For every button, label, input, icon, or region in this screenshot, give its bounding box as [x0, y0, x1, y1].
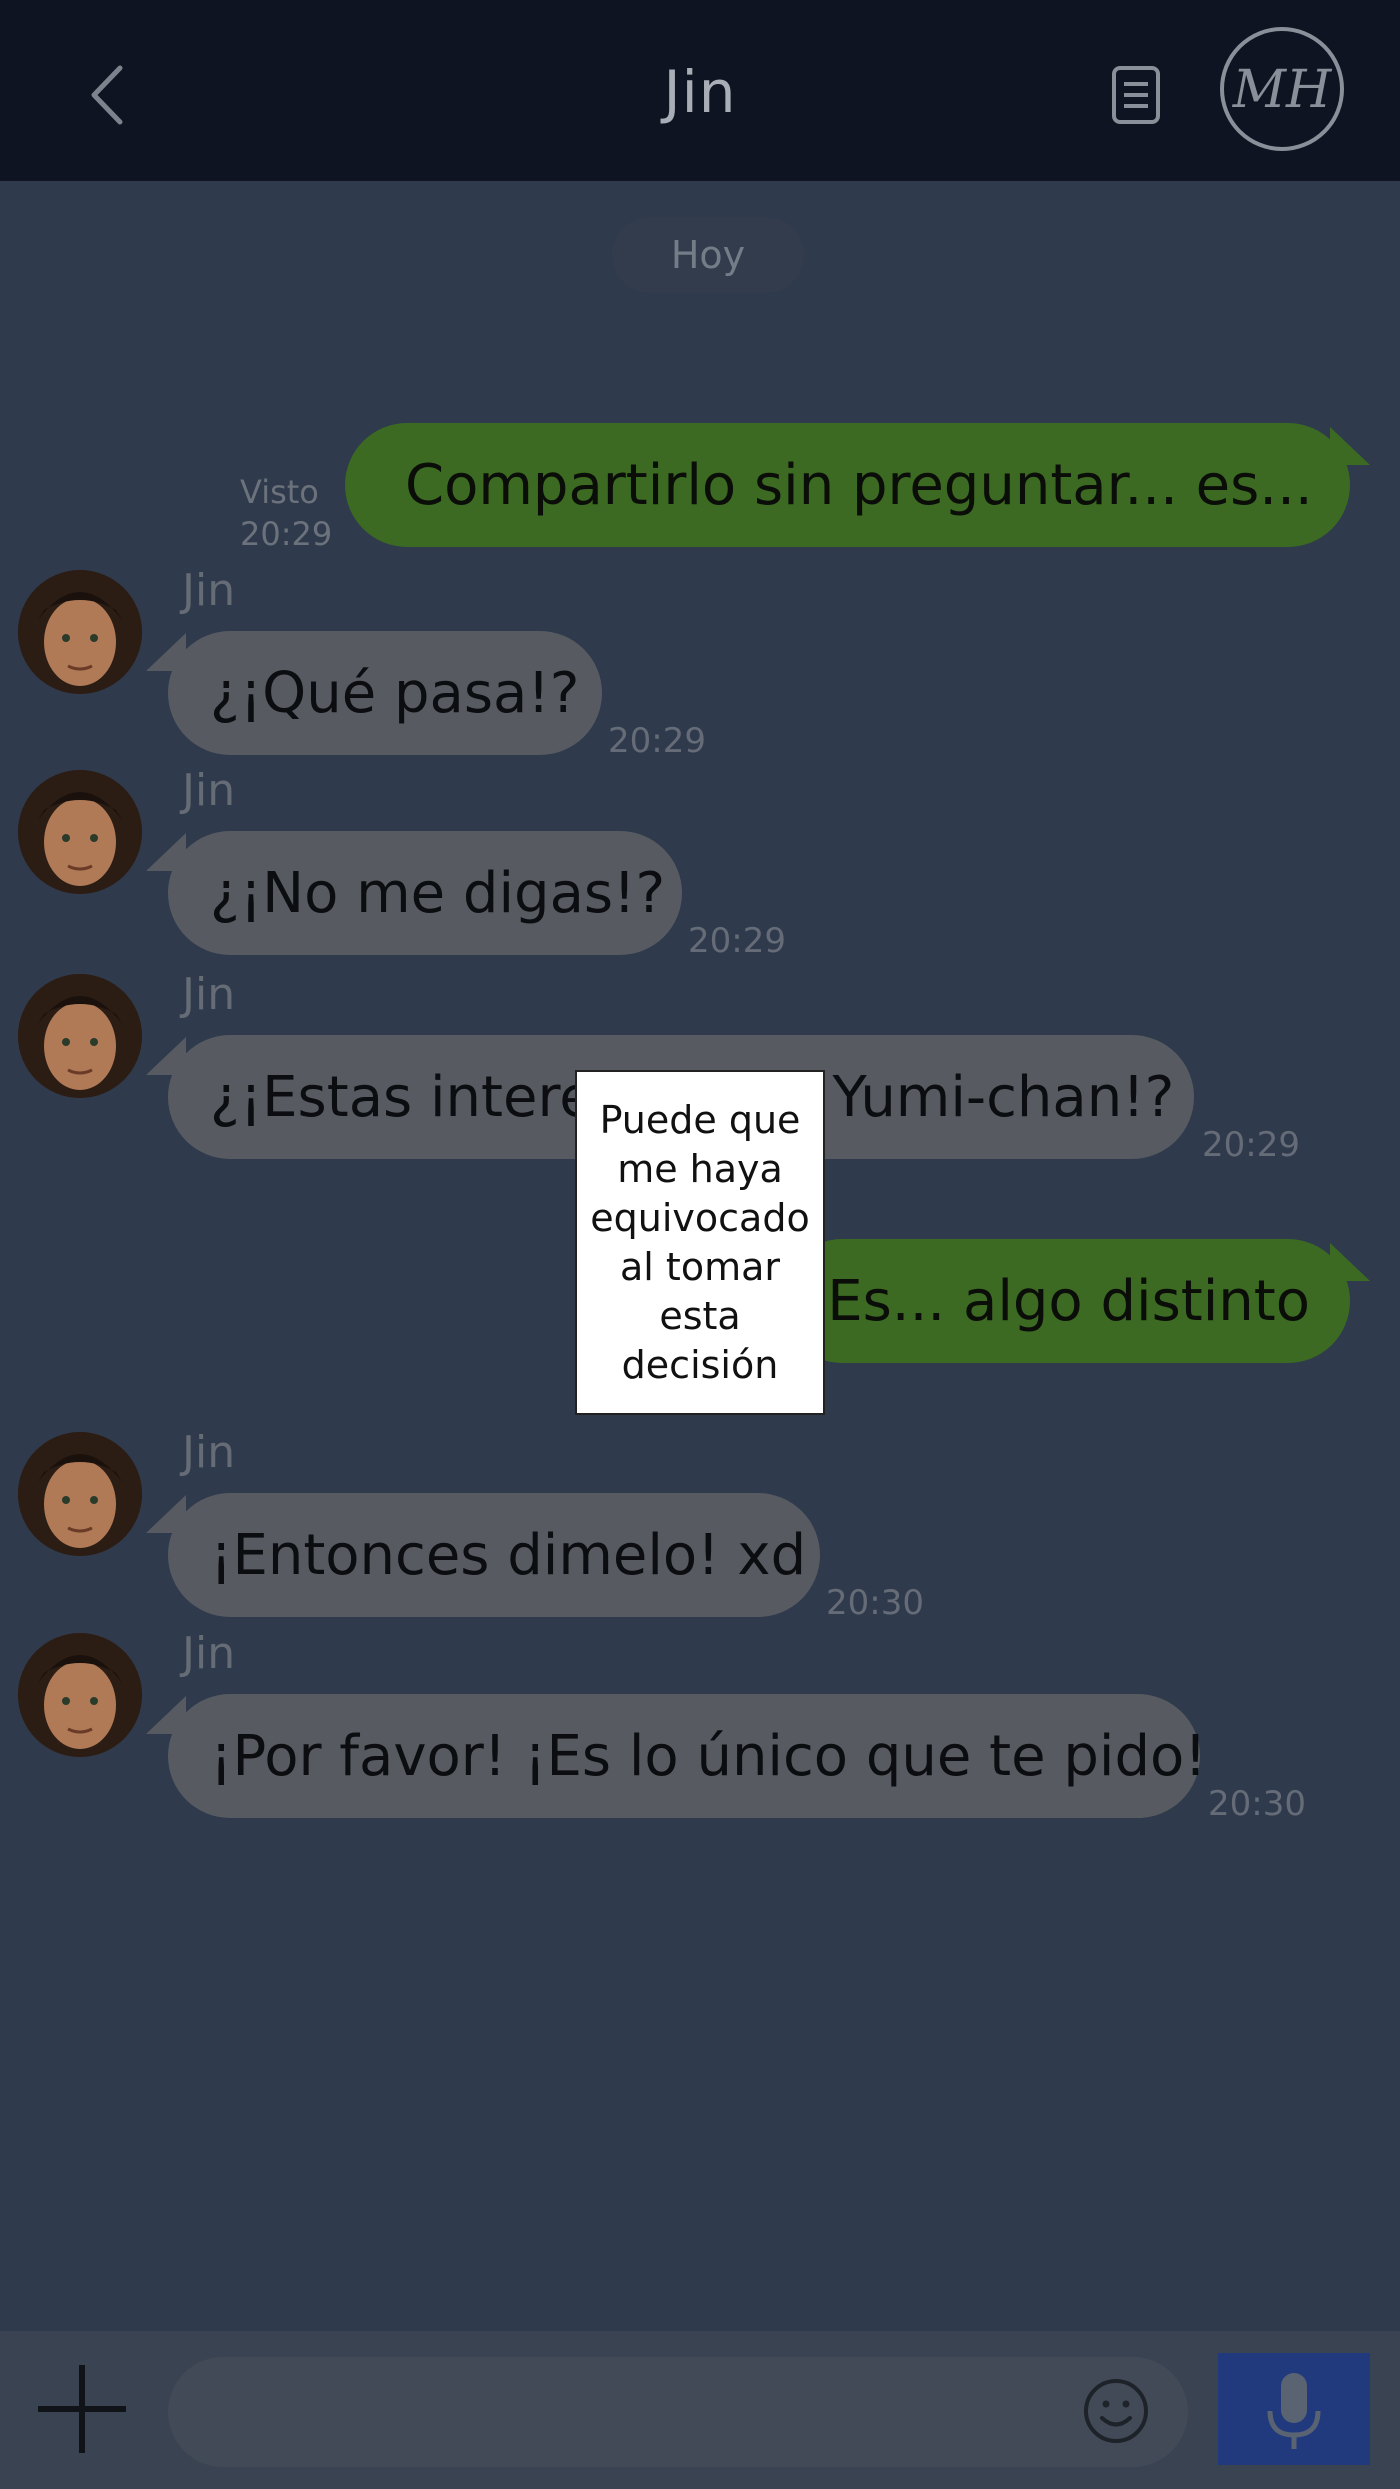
- svg-text:MH: MH: [1232, 60, 1333, 120]
- bubble-tail: [1330, 427, 1370, 465]
- message-text: ¡Entonces dimelo! xd: [210, 1522, 807, 1588]
- chat-area[interactable]: Hoy Visto 20:29 Compartirlo sin pregunta…: [0, 181, 1400, 2331]
- avatar[interactable]: [18, 570, 142, 694]
- avatar-face-icon: [18, 570, 142, 694]
- document-icon: [1112, 66, 1160, 124]
- avatar[interactable]: [18, 1432, 142, 1556]
- logo-icon: MH: [1220, 27, 1344, 151]
- input-bar: [0, 2331, 1400, 2489]
- date-divider: Hoy: [612, 217, 804, 293]
- sender-name: Jin: [182, 565, 236, 616]
- avatar-face-icon: [18, 974, 142, 1098]
- chat-title: Jin: [663, 58, 737, 126]
- microphone-icon: [1267, 2373, 1321, 2449]
- message-time: 20:30: [826, 1583, 924, 1623]
- sender-name: Jin: [182, 1427, 236, 1478]
- message-time: 20:29: [688, 921, 786, 961]
- avatar[interactable]: [18, 1633, 142, 1757]
- outgoing-message[interactable]: Es... algo distinto: [780, 1239, 1350, 1363]
- message-text: ¿¡Qué pasa!?: [210, 660, 580, 726]
- message-input[interactable]: [168, 2357, 1188, 2467]
- message-text: Compartirlo sin preguntar... es...: [405, 452, 1313, 518]
- incoming-message[interactable]: ¿¡No me digas!?: [168, 831, 682, 955]
- microphone-button[interactable]: [1218, 2353, 1370, 2465]
- add-attachment-button[interactable]: [30, 2357, 134, 2461]
- sender-name: Jin: [182, 765, 236, 816]
- avatar[interactable]: [18, 974, 142, 1098]
- message-time: 20:29: [240, 515, 333, 553]
- outgoing-message[interactable]: Compartirlo sin preguntar... es...: [345, 423, 1350, 547]
- narration-box: Puede que me haya equivocado al tomar es…: [575, 1070, 825, 1415]
- avatar-face-icon: [18, 1633, 142, 1757]
- message-text: Es... algo distinto: [827, 1268, 1310, 1334]
- sender-name: Jin: [182, 969, 236, 1020]
- incoming-message[interactable]: ¡Por favor! ¡Es lo único que te pido!: [168, 1694, 1207, 1818]
- read-receipt: Visto 20:29: [240, 471, 332, 555]
- smiley-icon: [1084, 2379, 1148, 2443]
- narration-text: Puede que me haya equivocado al tomar es…: [590, 1097, 810, 1387]
- avatar-face-icon: [18, 1432, 142, 1556]
- profile-logo-button[interactable]: MH: [1218, 25, 1346, 153]
- incoming-message[interactable]: ¡Entonces dimelo! xd: [168, 1493, 820, 1617]
- seen-label: Visto: [240, 473, 319, 511]
- message-time: 20:30: [1208, 1784, 1306, 1824]
- message-time: 20:29: [608, 721, 706, 761]
- incoming-message[interactable]: ¿¡Qué pasa!?: [168, 631, 602, 755]
- chat-header: Jin MH: [0, 0, 1400, 181]
- message-text: ¡Por favor! ¡Es lo único que te pido!: [210, 1723, 1207, 1789]
- avatar[interactable]: [18, 770, 142, 894]
- plus-icon: [38, 2365, 126, 2453]
- sender-name: Jin: [182, 1628, 236, 1679]
- menu-button[interactable]: [1108, 64, 1166, 126]
- avatar-face-icon: [18, 770, 142, 894]
- message-time: 20:29: [1202, 1125, 1300, 1165]
- message-text: ¿¡No me digas!?: [210, 860, 666, 926]
- emoji-button[interactable]: [1080, 2375, 1152, 2447]
- bubble-tail: [1330, 1243, 1370, 1281]
